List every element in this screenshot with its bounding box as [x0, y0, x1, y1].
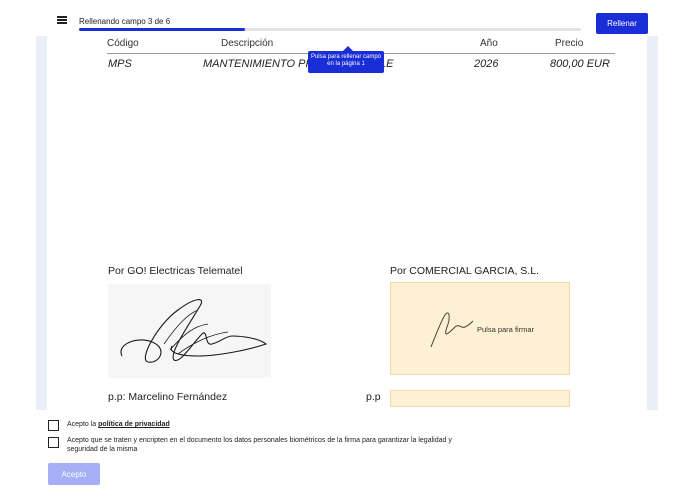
- table-cell-code: MPS: [108, 58, 132, 70]
- right-signer-pp-label: p.p: [366, 391, 381, 403]
- progress-bar-fill: [79, 28, 245, 31]
- privacy-consent-row: Acepto la política de privacidad: [48, 420, 170, 431]
- privacy-consent-text: Acepto la política de privacidad: [67, 420, 170, 430]
- table-header-price: Precio: [555, 38, 584, 49]
- biometric-checkbox[interactable]: [48, 437, 59, 448]
- right-signer-heading: Por COMERCIAL GARCIA, S.L.: [390, 265, 539, 277]
- document-page[interactable]: Código Descripción Año Precio MPS MANTEN…: [47, 36, 647, 410]
- table-header-description: Descripción: [221, 38, 274, 49]
- biometric-consent-row: Acepto que se traten y encripten en el d…: [48, 437, 468, 454]
- table-header-year: Año: [480, 38, 498, 49]
- top-bar: Rellenando campo 3 de 6 Rellenar: [0, 0, 690, 36]
- progress-label: Rellenando campo 3 de 6: [79, 17, 171, 26]
- table-header-code: Código: [107, 38, 139, 49]
- signature-field[interactable]: Pulsa para firmar: [390, 282, 570, 375]
- left-signature-image: [108, 284, 271, 378]
- signature-pen-icon: [430, 312, 474, 348]
- left-signer-heading: Por GO! Electricas Telematel: [108, 265, 243, 277]
- fill-field-tooltip[interactable]: Pulsa para rellenar campo en la página 1: [308, 51, 384, 73]
- signer-name-field[interactable]: [390, 390, 570, 407]
- privacy-consent-prefix: Acepto la: [67, 421, 99, 428]
- table-cell-year: 2026: [474, 58, 499, 70]
- privacy-policy-link[interactable]: política de privacidad: [98, 421, 170, 428]
- accept-button[interactable]: Acepto: [48, 463, 100, 485]
- sign-prompt: Pulsa para firmar: [477, 325, 535, 334]
- hamburger-menu-icon[interactable]: [57, 16, 67, 24]
- biometric-consent-text: Acepto que se traten y encripten en el d…: [67, 437, 452, 453]
- table-cell-price: 800,00 EUR: [550, 58, 610, 70]
- fill-button[interactable]: Rellenar: [596, 13, 648, 34]
- privacy-checkbox[interactable]: [48, 420, 59, 431]
- progress-bar: [79, 28, 581, 31]
- left-signer-name: p.p: Marcelino Fernández: [108, 391, 228, 403]
